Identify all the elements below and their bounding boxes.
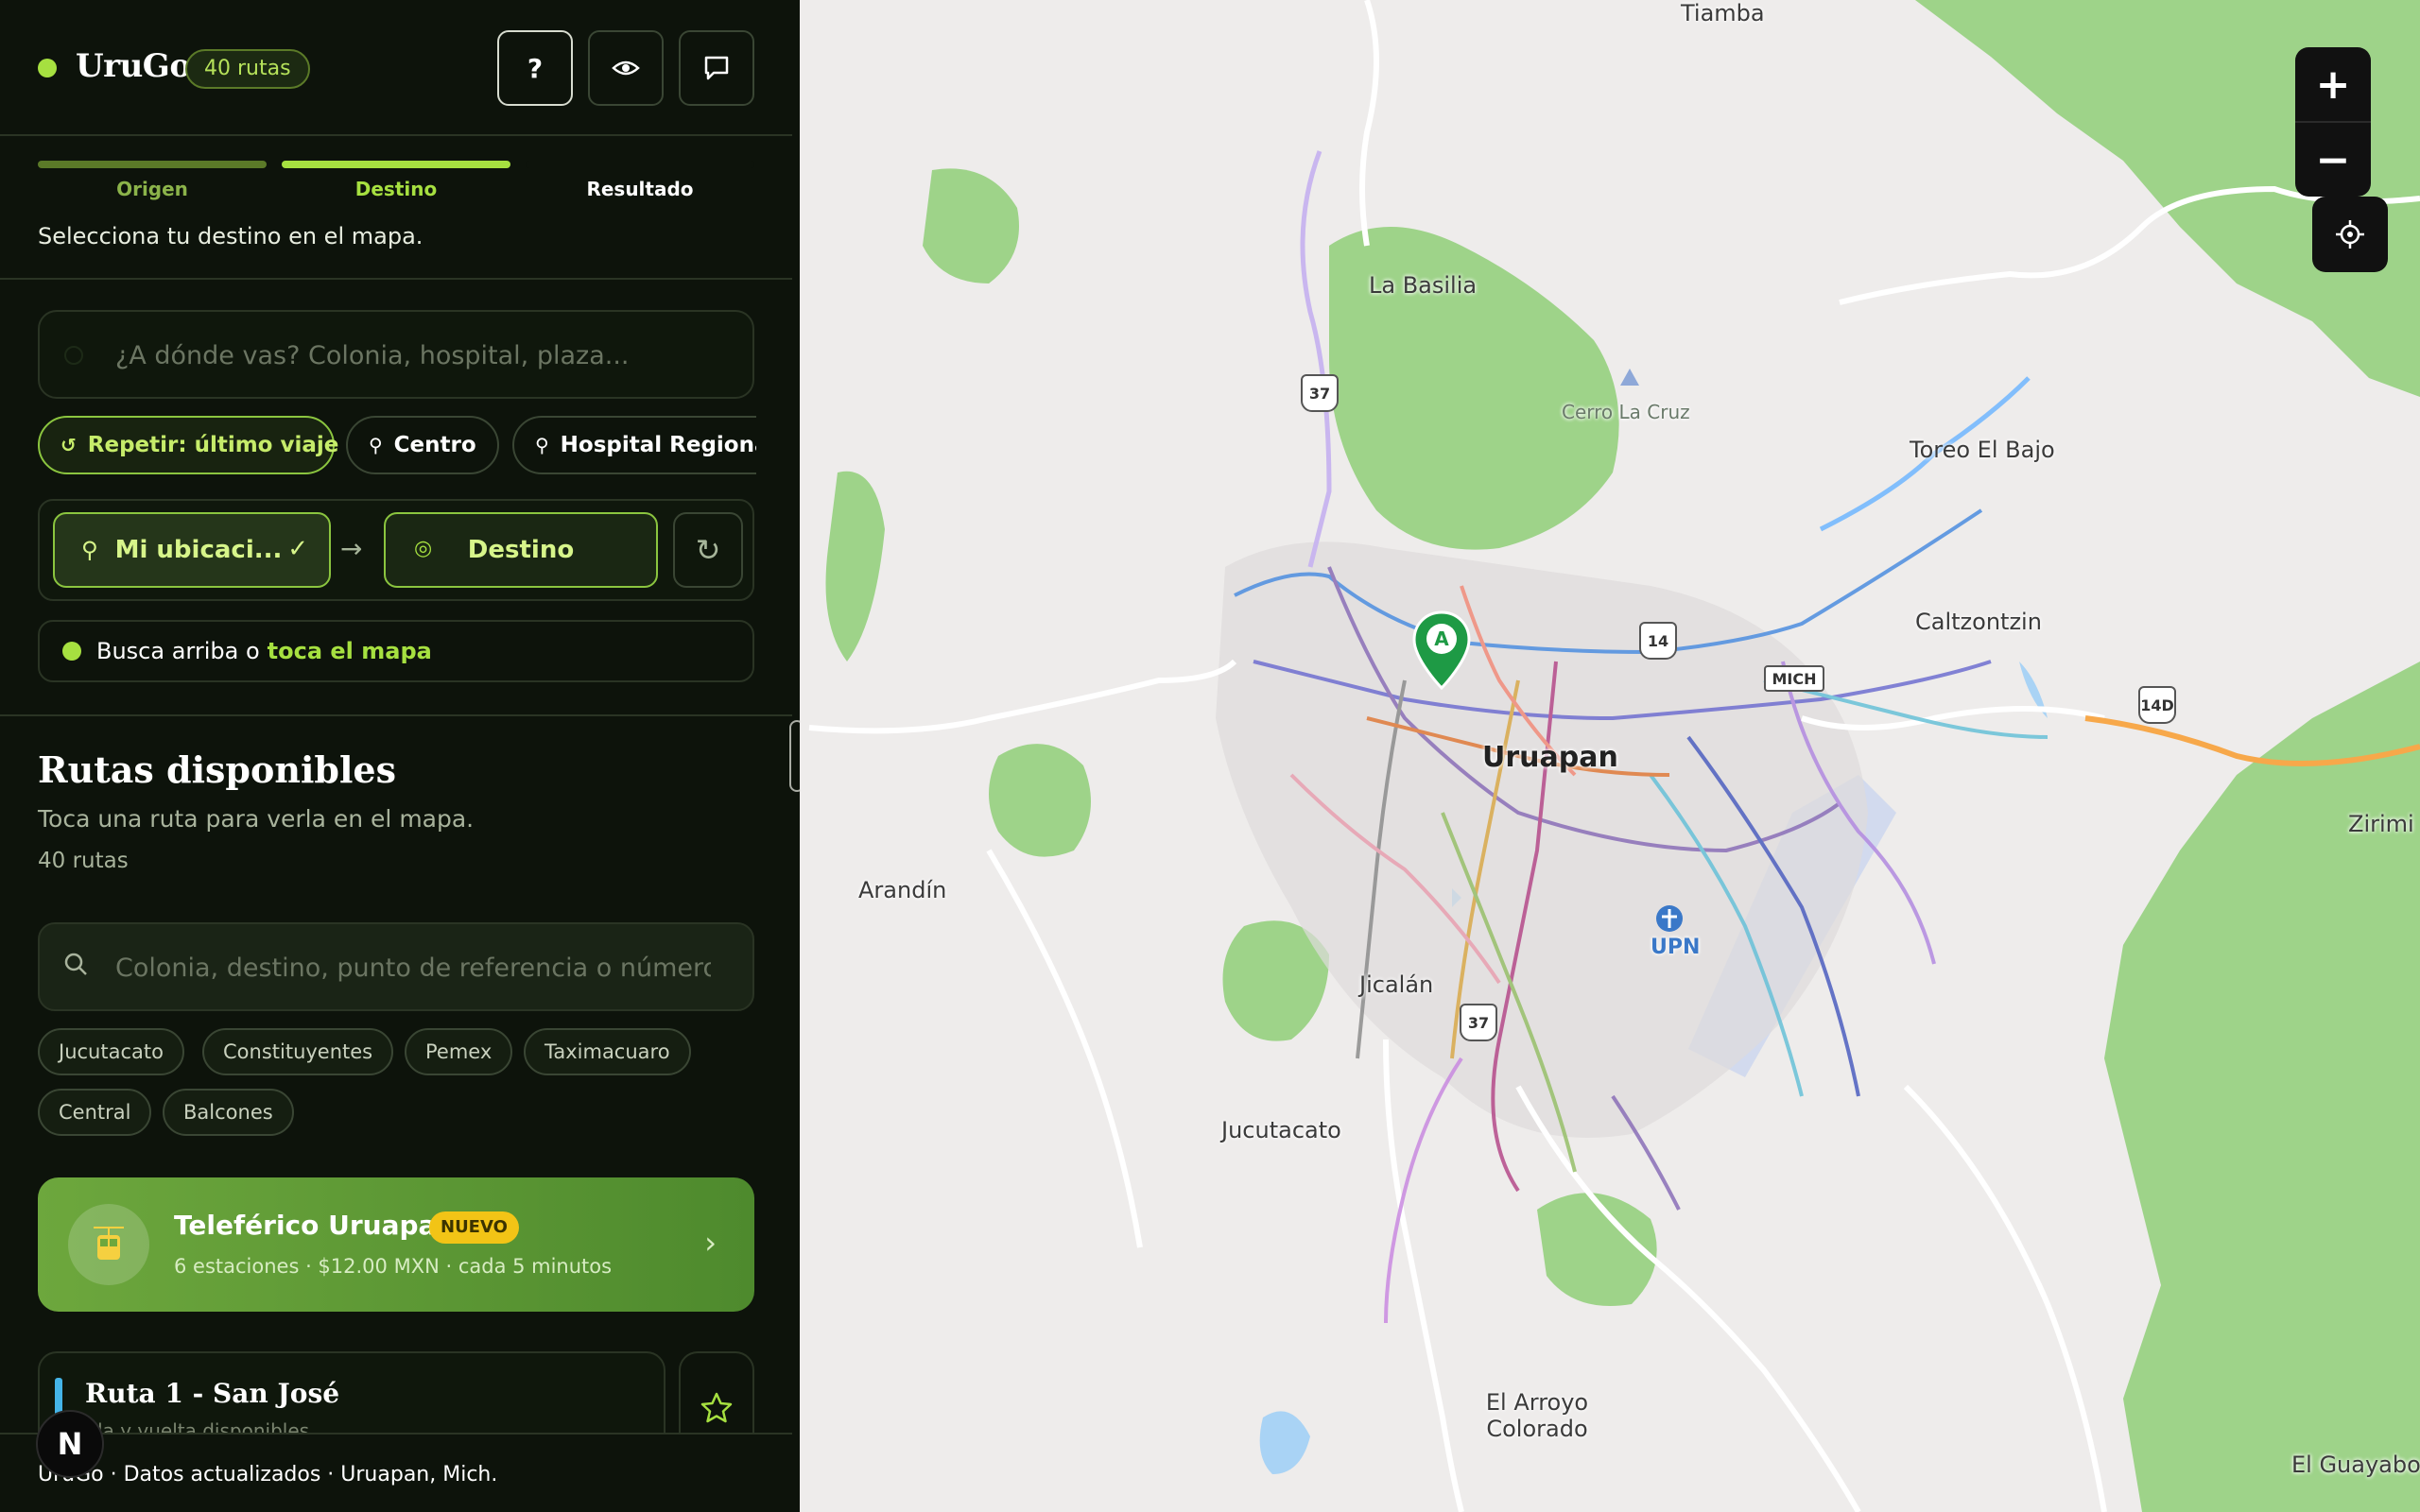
step-label-result: Resultado [586, 178, 694, 200]
destination-button[interactable]: ◎ Destino [384, 512, 658, 588]
step-label-destination: Destino [354, 178, 438, 200]
app-header: UruGo 40 rutas ? [0, 0, 792, 136]
place-label-airport: UPN [1651, 936, 1701, 959]
featured-route-title: Teleférico Uruapan [174, 1210, 456, 1241]
section-divider [0, 714, 792, 716]
chip-label: Repetir: último viaje [87, 433, 339, 457]
destination-search[interactable] [38, 310, 754, 399]
step-bar-destination [282, 161, 510, 168]
chip-label: Centro [393, 433, 476, 457]
place-label: Caltzontzin [1915, 609, 2042, 635]
cable-car-icon [68, 1204, 149, 1285]
star-icon [700, 1392, 733, 1423]
routes-count: 40 rutas [38, 849, 129, 873]
route-count-badge: 40 rutas [185, 49, 310, 89]
place-label: Cerro La Cruz [1562, 401, 1690, 423]
place-label: Zirimi [2348, 811, 2414, 837]
map-hint: Busca arriba o toca el mapa [38, 620, 754, 682]
origin-destination-panel: ⚲ Mi ubicaci... ✓ → ◎ Destino ↻ [38, 499, 754, 601]
tag-jucutacato[interactable]: Jucutacato [38, 1028, 184, 1075]
question-icon: ? [527, 52, 544, 84]
marker-label: A [1434, 627, 1449, 650]
target-icon: ◎ [414, 537, 433, 560]
search-icon [64, 953, 87, 975]
tag-balcones[interactable]: Balcones [163, 1089, 294, 1136]
chevron-right-icon: › [704, 1225, 717, 1261]
locate-button[interactable] [2312, 197, 2388, 272]
new-badge: NUEVO [429, 1211, 519, 1244]
chip-hospital-regional[interactable]: ⚲ Hospital Regional [512, 416, 756, 474]
chip-centro[interactable]: ⚲ Centro [346, 416, 499, 474]
origin-button[interactable]: ⚲ Mi ubicaci... ✓ [53, 512, 331, 588]
route-title: Ruta 1 - San José [85, 1378, 340, 1409]
help-button[interactable]: ? [497, 30, 573, 106]
reset-button[interactable]: ↻ [673, 512, 743, 588]
pin-icon: ⚲ [535, 434, 549, 456]
highway-shield: 37 [1301, 374, 1339, 412]
crosshair-icon [2336, 220, 2364, 249]
feedback-button[interactable] [679, 30, 754, 106]
featured-route-meta: 6 estaciones · $12.00 MXN · cada 5 minut… [174, 1255, 613, 1278]
route-search[interactable] [38, 922, 754, 1011]
eye-icon [612, 60, 640, 76]
chip-label: Hospital Regional [560, 433, 756, 457]
search-status-icon [64, 346, 83, 365]
pin-icon: ⚲ [369, 434, 383, 456]
featured-route-card[interactable]: Teleférico Uruapan NUEVO 6 estaciones · … [38, 1177, 754, 1312]
tag-taximacuaro[interactable]: Taximacuaro [524, 1028, 691, 1075]
step-hint: Selecciona tu destino en el mapa. [38, 223, 424, 249]
footer: UruGo · Datos actualizados · Uruapan, Mi… [0, 1433, 792, 1512]
sidebar: UruGo 40 rutas ? Origen Destino Resultad… [0, 0, 792, 1512]
place-label: La Basilia [1369, 272, 1478, 299]
chip-repeat-last-trip[interactable]: ↺ Repetir: último viaje [38, 416, 338, 474]
footer-text: UruGo · Datos actualizados · Uruapan, Mi… [38, 1463, 498, 1486]
destination-label: Destino [467, 536, 575, 564]
place-label: Arandín [858, 877, 947, 903]
place-label: Jicalán [1359, 971, 1434, 998]
origin-label: Mi ubicaci... [114, 536, 283, 564]
highway-shield: 37 [1460, 1004, 1497, 1041]
n-badge[interactable]: N [36, 1410, 104, 1478]
tag-central[interactable]: Central [38, 1089, 152, 1136]
highway-shield: 14 [1639, 622, 1677, 660]
zoom-controls: + − [2295, 47, 2371, 197]
chat-icon [704, 56, 729, 80]
origin-marker[interactable]: A [1412, 610, 1471, 690]
arrow-right-icon: → [340, 533, 363, 564]
routes-subtitle: Toca una ruta para verla en el mapa. [38, 805, 475, 833]
step-progress: Origen Destino Resultado Selecciona tu d… [0, 136, 792, 280]
step-bar-origin [38, 161, 267, 168]
hint-text: Busca arriba o [96, 638, 260, 664]
step-bar-result [526, 161, 754, 168]
zoom-in-button[interactable]: + [2295, 47, 2371, 121]
place-label-city: Uruapan [1482, 741, 1618, 774]
place-label: El Arroyo Colorado [1485, 1389, 1589, 1442]
tag-constituyentes[interactable]: Constituyentes [202, 1028, 394, 1075]
routes-title: Rutas disponibles [38, 748, 396, 791]
visibility-button[interactable] [588, 30, 664, 106]
place-label: Tiamba [1681, 0, 1765, 26]
place-label: Jucutacato [1221, 1117, 1341, 1143]
highway-shield: 14D [2138, 686, 2176, 724]
route-search-input[interactable] [115, 943, 711, 992]
tap-map-link[interactable]: toca el mapa [268, 638, 432, 664]
tag-pemex[interactable]: Pemex [405, 1028, 513, 1075]
map[interactable]: Tiamba La Basilia Cerro La Cruz Toreo El… [800, 0, 2420, 1512]
quick-chips: ↺ Repetir: último viaje ⚲ Centro ⚲ Hospi… [38, 416, 756, 476]
app-title: UruGo [76, 47, 191, 85]
hint-dot [62, 642, 81, 661]
reset-icon: ↻ [695, 532, 721, 568]
place-label: El Guayabo [2291, 1452, 2420, 1478]
highway-shield: MICH [1764, 665, 1824, 692]
history-icon: ↺ [60, 434, 77, 456]
status-dot [38, 59, 57, 77]
place-label: Toreo El Bajo [1910, 437, 2055, 463]
zoom-out-button[interactable]: − [2295, 123, 2371, 197]
destination-search-input[interactable] [115, 331, 720, 380]
location-pin-icon: ⚲ [81, 537, 98, 563]
step-label-origin: Origen [116, 178, 188, 200]
check-icon: ✓ [287, 535, 308, 563]
